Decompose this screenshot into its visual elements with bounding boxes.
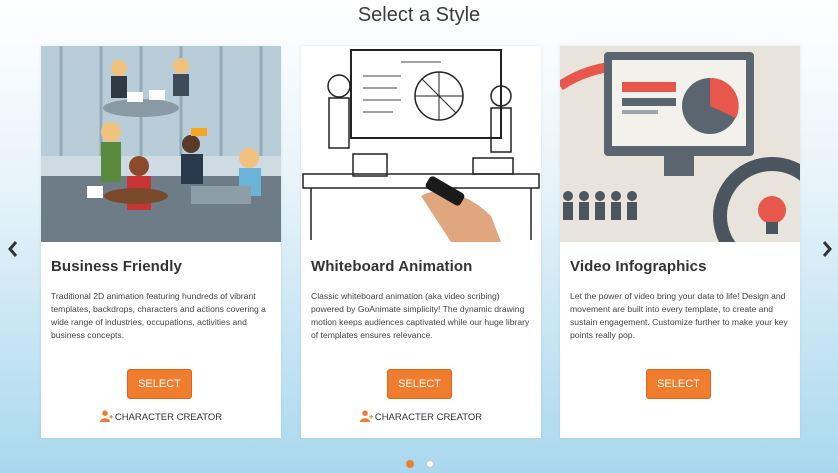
whiteboard-animation-illustration — [301, 46, 541, 242]
chevron-left-icon — [8, 241, 18, 257]
add-user-icon — [359, 410, 373, 422]
carousel-pagination — [406, 460, 436, 470]
character-creator-link[interactable]: CHARACTER CREATOR — [301, 410, 541, 423]
select-button[interactable]: SELECT — [127, 369, 192, 399]
video-infographics-illustration — [560, 46, 800, 242]
style-card-video-infographics: Video Infographics Let the power of vide… — [560, 46, 800, 438]
select-button[interactable]: SELECT — [387, 369, 452, 399]
style-card-business-friendly: Business Friendly Traditional 2D animati… — [41, 46, 281, 438]
card-title: Business Friendly — [51, 258, 182, 275]
next-arrow[interactable] — [820, 240, 834, 258]
card-description: Traditional 2D animation featuring hundr… — [51, 291, 266, 340]
pagination-dot[interactable] — [426, 460, 434, 468]
chevron-right-icon — [822, 241, 832, 257]
pagination-dot-active[interactable] — [406, 460, 414, 468]
select-button[interactable]: SELECT — [646, 369, 711, 399]
card-title: Whiteboard Animation — [311, 258, 473, 275]
card-description: Let the power of video bring your data t… — [570, 291, 788, 340]
style-card-whiteboard-animation: Whiteboard Animation Classic whiteboard … — [301, 46, 541, 438]
page-title: Select a Style — [357, 4, 481, 26]
character-creator-link[interactable]: CHARACTER CREATOR — [41, 410, 281, 423]
card-title: Video Infographics — [570, 258, 707, 275]
add-user-icon — [99, 410, 113, 422]
character-creator-label: CHARACTER CREATOR — [374, 412, 483, 423]
character-creator-label: CHARACTER CREATOR — [114, 412, 223, 423]
card-description: Classic whiteboard animation (aka video … — [311, 291, 530, 340]
previous-arrow[interactable] — [6, 240, 20, 258]
business-friendly-illustration — [41, 46, 281, 242]
